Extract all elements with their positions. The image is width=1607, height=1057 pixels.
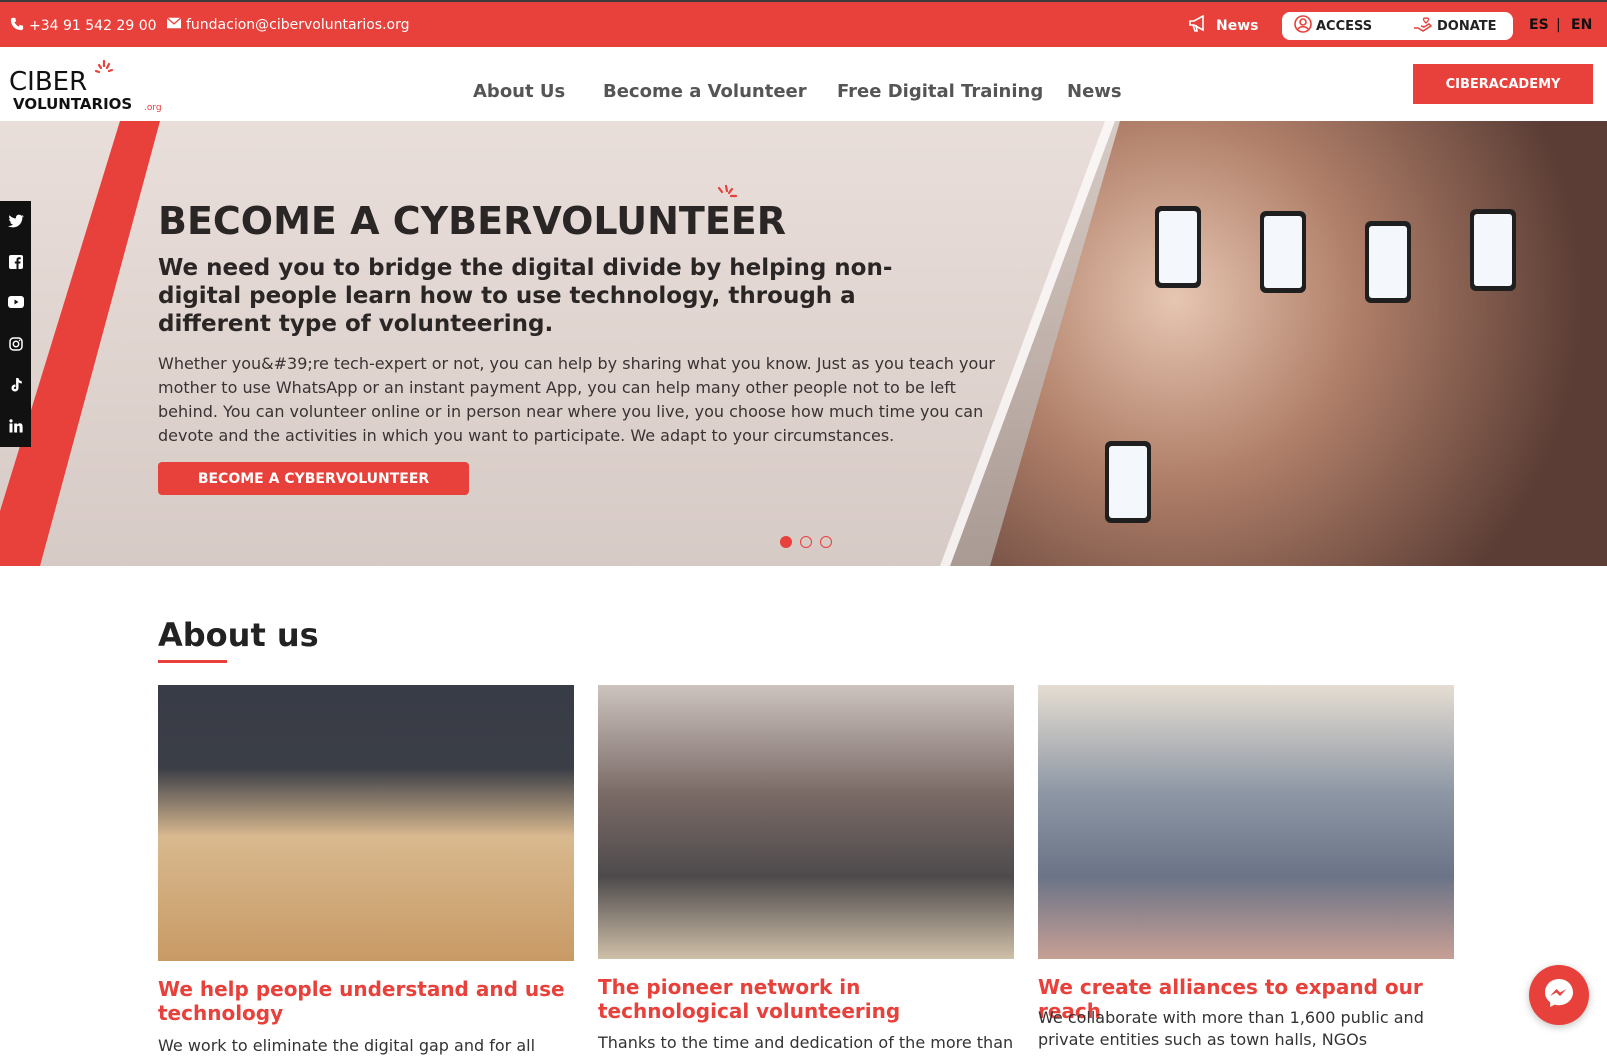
hero-subtitle: We need you to bridge the digital divide… <box>158 255 893 337</box>
email-link[interactable]: fundacion@cibervoluntarios.org <box>166 17 410 33</box>
card-title[interactable]: The pioneer network in technological vol… <box>598 975 1018 1023</box>
slide-dot-2[interactable] <box>800 536 812 548</box>
email-address: fundacion@cibervoluntarios.org <box>186 17 410 33</box>
phone-number: +34 91 542 29 00 <box>29 18 157 34</box>
phone-link[interactable]: +34 91 542 29 00 <box>10 17 157 35</box>
access-label: ACCESS <box>1316 18 1373 34</box>
twitter-icon[interactable] <box>7 214 24 230</box>
become-cybervolunteer-button[interactable]: BECOME A CYBERVOLUNTEER <box>158 462 469 495</box>
card-text: Thanks to the time and dedication of the… <box>598 1033 1014 1052</box>
phone-image <box>1470 209 1516 291</box>
about-us-heading: About us <box>158 616 319 654</box>
envelope-icon <box>166 17 182 33</box>
logo-line2: VOLUNTARIOS <box>13 95 133 113</box>
hero-body-text: Whether you&#39;re tech-expert or not, y… <box>158 354 995 445</box>
phone-image <box>1260 211 1306 293</box>
nav-free-digital-training[interactable]: Free Digital Training <box>837 81 1043 102</box>
phone-image <box>1365 221 1411 303</box>
lang-es-link[interactable]: ES <box>1529 17 1549 33</box>
messenger-chat-button[interactable] <box>1529 965 1589 1025</box>
phone-icon <box>10 17 24 35</box>
hero-slider: BECOME A CYBERVOLUNTEER We need you to b… <box>0 121 1607 566</box>
card-image-seniors-class[interactable] <box>1038 685 1454 959</box>
hero-title: BECOME A CYBERVOLUNTEER <box>158 199 787 243</box>
tiktok-icon[interactable] <box>8 377 24 394</box>
logo-suffix: .org <box>144 103 162 113</box>
donate-label: DONATE <box>1437 18 1497 34</box>
card-image-workshop[interactable] <box>158 685 574 961</box>
nav-news[interactable]: News <box>1067 81 1122 102</box>
megaphone-icon <box>1188 14 1208 37</box>
card-image-group-photo[interactable] <box>598 685 1014 959</box>
facebook-icon[interactable] <box>8 254 24 271</box>
nav-about-us[interactable]: About Us <box>473 81 565 102</box>
instagram-icon[interactable] <box>8 336 24 353</box>
slider-dots <box>780 536 832 548</box>
logo-burst-icon <box>94 59 114 74</box>
news-label: News <box>1216 18 1259 34</box>
title-burst-icon <box>717 184 738 198</box>
ciberacademy-button[interactable]: CIBERACADEMY <box>1413 64 1593 104</box>
youtube-icon[interactable] <box>7 295 24 312</box>
messenger-icon <box>1542 976 1576 1014</box>
linkedin-icon[interactable] <box>8 418 24 435</box>
social-sidebar <box>0 201 31 447</box>
user-circle-icon <box>1294 15 1312 37</box>
heading-underline <box>158 660 227 663</box>
main-navbar: CIBER VOLUNTARIOS .org About Us Become a… <box>0 47 1607 121</box>
slide-dot-3[interactable] <box>820 536 832 548</box>
top-bar: +34 91 542 29 00 fundacion@cibervoluntar… <box>0 0 1607 47</box>
donate-button[interactable]: DONATE <box>1401 12 1513 40</box>
card-title[interactable]: We help people understand and use techno… <box>158 977 578 1025</box>
news-link[interactable]: News <box>1188 14 1259 37</box>
card-text: We collaborate with more than 1,600 publ… <box>1038 1008 1424 1049</box>
lang-separator: | <box>1556 17 1561 33</box>
phone-image <box>1155 206 1201 288</box>
slide-dot-1[interactable] <box>780 536 792 548</box>
lang-en-link[interactable]: EN <box>1571 17 1592 33</box>
site-logo[interactable]: CIBER VOLUNTARIOS .org <box>9 59 169 115</box>
logo-line1: CIBER <box>9 67 88 97</box>
nav-become-volunteer[interactable]: Become a Volunteer <box>603 81 807 102</box>
donate-hand-icon <box>1413 15 1433 37</box>
phone-image <box>1105 441 1151 523</box>
card-text: We work to eliminate the digital gap and… <box>158 1036 536 1055</box>
